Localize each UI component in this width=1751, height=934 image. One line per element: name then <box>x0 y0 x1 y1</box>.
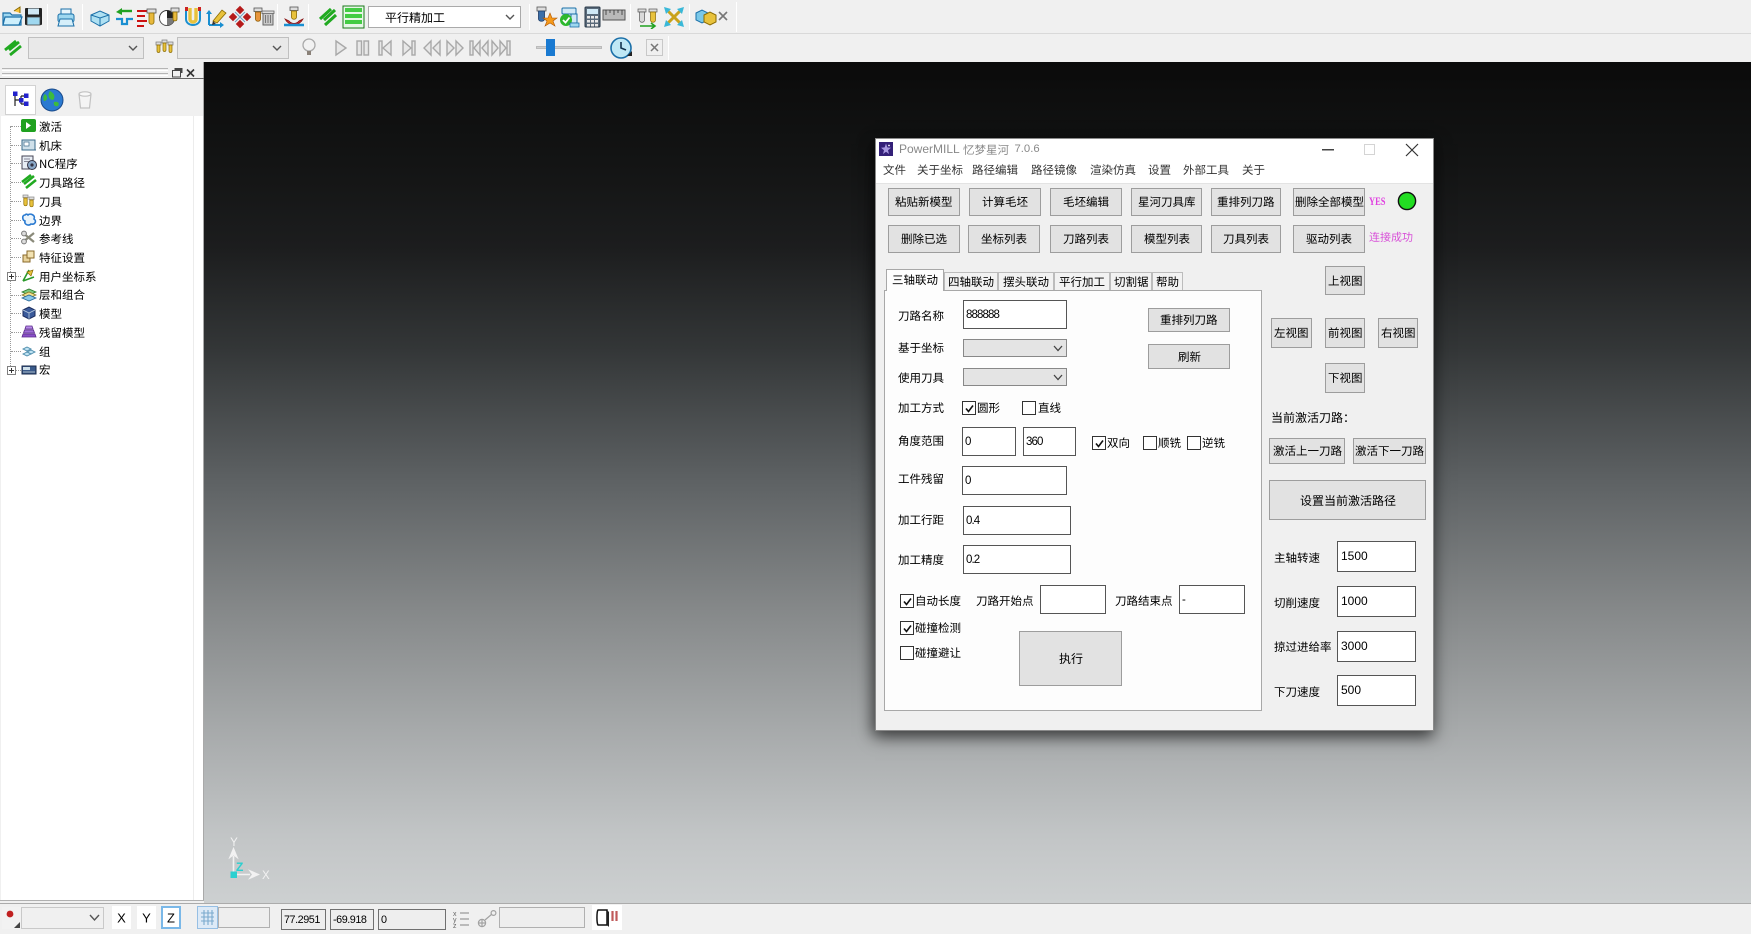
svg-text:Y: Y <box>230 837 238 849</box>
svg-text:YES: YES <box>1369 194 1386 208</box>
svg-text:Z: Z <box>236 860 243 874</box>
svg-text:z: z <box>453 923 457 929</box>
svg-text:X: X <box>262 870 270 882</box>
